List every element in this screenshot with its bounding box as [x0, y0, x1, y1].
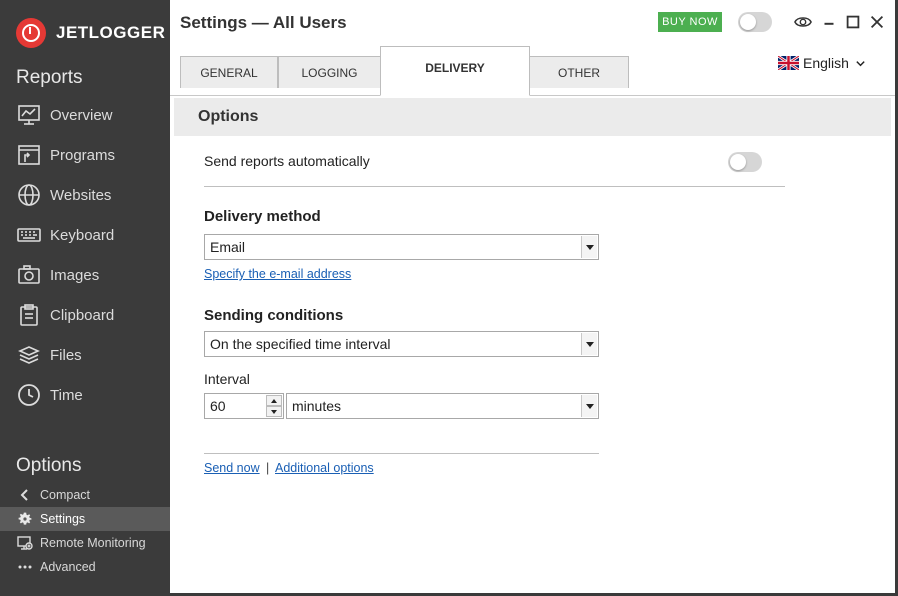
sidebar-item-advanced[interactable]: Advanced	[0, 555, 170, 579]
tab-other[interactable]: OTHER	[529, 56, 629, 88]
sending-conditions-title: Sending conditions	[204, 307, 344, 324]
sidebar-item-label: Keyboard	[50, 226, 115, 244]
eye-icon[interactable]	[793, 12, 813, 32]
camera-icon	[16, 262, 42, 288]
sidebar-item-remote-monitoring[interactable]: Remote Monitoring	[0, 531, 170, 555]
jetlogger-logo-icon	[16, 18, 46, 48]
sidebar-item-label: Compact	[40, 488, 91, 502]
tab-logging[interactable]: LOGGING	[278, 56, 381, 88]
sidebar-item-label: Remote Monitoring	[40, 536, 146, 550]
tab-general[interactable]: GENERAL	[180, 56, 278, 88]
delivery-method-select[interactable]: Email	[204, 234, 599, 260]
link-separator: |	[266, 461, 270, 475]
chevron-down-icon	[856, 60, 865, 66]
sidebar-item-label: Clipboard	[50, 306, 115, 324]
sidebar: JETLOGGER Reports Overview Programs Webs…	[0, 0, 170, 596]
sidebar-item-compact[interactable]: Compact	[0, 483, 170, 507]
chevron-left-icon	[16, 486, 34, 504]
logo-text: JETLOGGER	[56, 23, 166, 42]
language-label: English	[803, 55, 849, 71]
dropdown-arrow-icon	[581, 395, 597, 417]
options-section-header: Options	[174, 98, 891, 136]
dropdown-arrow-icon	[581, 236, 597, 258]
sidebar-item-label: Overview	[50, 106, 113, 124]
sidebar-item-label: Advanced	[40, 560, 96, 574]
divider	[204, 453, 599, 454]
options-section-title: Options	[16, 455, 82, 476]
send-now-link[interactable]: Send now	[204, 461, 260, 475]
delivery-method-title: Delivery method	[204, 208, 321, 225]
tab-delivery[interactable]: DELIVERY	[380, 46, 530, 96]
sidebar-item-label: Time	[50, 386, 83, 404]
sidebar-item-time[interactable]: Time	[0, 375, 170, 415]
sidebar-item-label: Settings	[40, 512, 86, 526]
buy-now-button[interactable]: BUY NOW	[658, 12, 722, 32]
clipboard-icon	[16, 302, 42, 328]
programs-icon	[16, 142, 42, 168]
delivery-method-value: Email	[210, 239, 246, 255]
language-selector[interactable]: English	[778, 55, 866, 71]
dropdown-arrow-icon	[581, 333, 597, 355]
sending-conditions-select[interactable]: On the specified time interval	[204, 331, 599, 357]
sidebar-item-label: Images	[50, 266, 100, 284]
specify-email-link[interactable]: Specify the e-mail address	[204, 267, 351, 281]
tabs-divider	[170, 95, 895, 96]
more-dots-icon	[16, 558, 34, 576]
remote-monitoring-icon	[16, 534, 34, 552]
stepper-up-icon[interactable]	[266, 395, 282, 406]
websites-icon	[16, 182, 42, 208]
reports-section-title: Reports	[16, 67, 83, 88]
sidebar-item-label: Programs	[50, 146, 116, 164]
header-toggle[interactable]	[738, 12, 772, 32]
minimize-icon[interactable]	[819, 12, 839, 32]
additional-options-link[interactable]: Additional options	[275, 461, 374, 475]
main-panel: Settings — All Users BUY NOW GENERAL LOG…	[170, 0, 898, 596]
interval-label: Interval	[204, 371, 250, 387]
sending-conditions-value: On the specified time interval	[210, 336, 391, 352]
send-reports-label: Send reports automatically	[204, 153, 370, 169]
sidebar-item-images[interactable]: Images	[0, 255, 170, 295]
maximize-icon[interactable]	[843, 12, 863, 32]
stepper-buttons	[266, 395, 282, 417]
uk-flag-icon	[778, 56, 799, 70]
interval-unit-value: minutes	[292, 398, 342, 414]
overview-icon	[16, 102, 42, 128]
files-icon	[16, 342, 42, 368]
close-icon[interactable]	[867, 12, 887, 32]
divider	[204, 186, 785, 187]
sidebar-item-websites[interactable]: Websites	[0, 175, 170, 215]
sidebar-item-label: Files	[50, 346, 82, 364]
sidebar-item-clipboard[interactable]: Clipboard	[0, 295, 170, 335]
send-reports-toggle[interactable]	[728, 152, 762, 172]
keyboard-icon	[16, 222, 42, 248]
interval-input[interactable]	[205, 394, 265, 418]
stepper-down-icon[interactable]	[266, 406, 282, 417]
page-title: Settings — All Users	[180, 13, 347, 32]
sidebar-item-keyboard[interactable]: Keyboard	[0, 215, 170, 255]
sidebar-item-overview[interactable]: Overview	[0, 95, 170, 135]
gear-icon	[16, 510, 34, 528]
interval-unit-select[interactable]: minutes	[286, 393, 599, 419]
clock-icon	[16, 382, 42, 408]
interval-stepper[interactable]	[204, 393, 284, 419]
sidebar-item-files[interactable]: Files	[0, 335, 170, 375]
sidebar-item-label: Websites	[50, 186, 112, 204]
sidebar-item-settings[interactable]: Settings	[0, 507, 170, 531]
app-logo: JETLOGGER	[16, 18, 165, 48]
sidebar-item-programs[interactable]: Programs	[0, 135, 170, 175]
